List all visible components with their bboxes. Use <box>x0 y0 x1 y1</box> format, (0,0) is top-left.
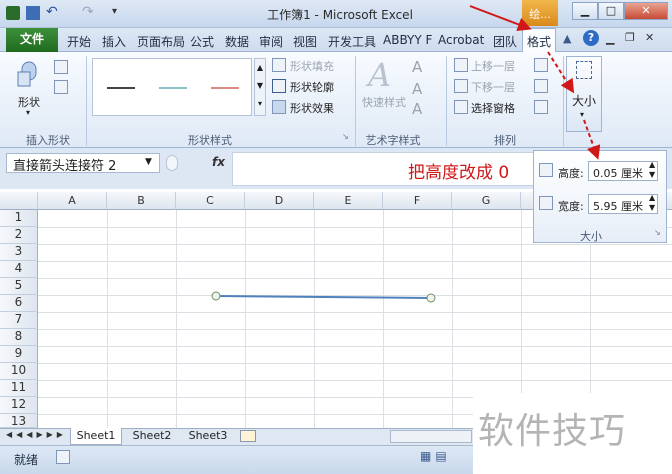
horizontal-scrollbar[interactable] <box>390 430 472 443</box>
macro-record-icon[interactable] <box>56 450 70 464</box>
sheet-tab-3[interactable]: Sheet3 <box>182 428 234 445</box>
arrow-to-format-tab <box>469 5 532 31</box>
arrow-to-height-field <box>583 119 601 160</box>
view-mode-icons[interactable]: ▦▤ <box>420 449 470 467</box>
arrow-to-size-button <box>547 51 575 94</box>
status-ready: 就绪 <box>14 453 39 467</box>
insert-sheet-icon[interactable] <box>240 430 256 442</box>
sheet-tab-1[interactable]: Sheet1 <box>70 428 122 445</box>
sheet-tab-2[interactable]: Sheet2 <box>126 428 178 445</box>
sheet-navigation-icons[interactable]: ◀◀◀▶▶▶ <box>6 430 67 439</box>
watermark-text: 软件技巧 <box>478 411 627 452</box>
